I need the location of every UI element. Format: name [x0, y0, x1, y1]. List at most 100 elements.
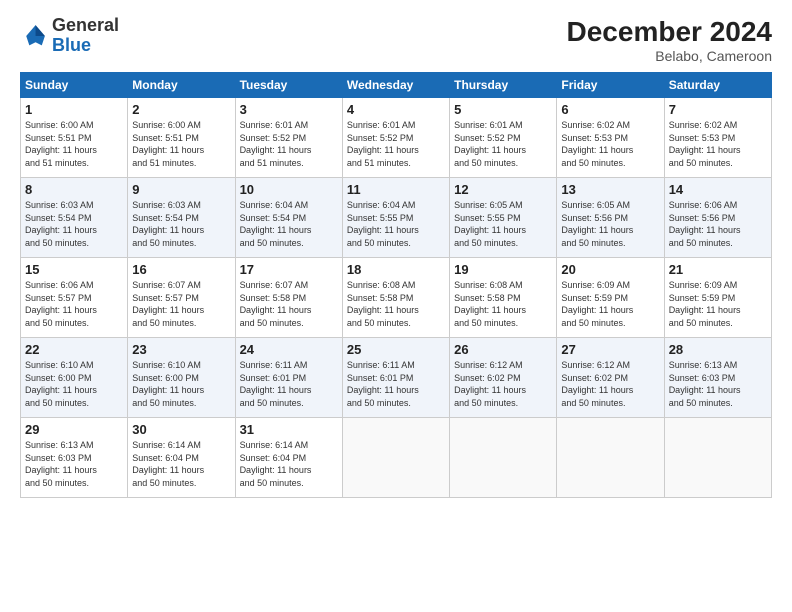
logo-icon — [20, 22, 48, 50]
day-info: Sunrise: 6:12 AMSunset: 6:02 PMDaylight:… — [561, 359, 659, 409]
calendar-cell: 16 Sunrise: 6:07 AMSunset: 5:57 PMDayligh… — [128, 258, 235, 338]
day-info: Sunrise: 6:08 AMSunset: 5:58 PMDaylight:… — [347, 279, 445, 329]
day-info: Sunrise: 6:09 AMSunset: 5:59 PMDaylight:… — [561, 279, 659, 329]
calendar-cell: 22 Sunrise: 6:10 AMSunset: 6:00 PMDayligh… — [21, 338, 128, 418]
day-number: 1 — [25, 102, 123, 117]
day-info: Sunrise: 6:14 AMSunset: 6:04 PMDaylight:… — [132, 439, 230, 489]
calendar-week-row: 8Sunrise: 6:03 AMSunset: 5:54 PMDaylight… — [21, 178, 772, 258]
calendar-cell: 4Sunrise: 6:01 AMSunset: 5:52 PMDaylight… — [342, 98, 449, 178]
day-number: 27 — [561, 342, 659, 357]
day-info: Sunrise: 6:11 AMSunset: 6:01 PMDaylight:… — [347, 359, 445, 409]
logo-blue-text: Blue — [52, 35, 91, 55]
day-info: Sunrise: 6:06 AMSunset: 5:56 PMDaylight:… — [669, 199, 767, 249]
calendar-cell: 20 Sunrise: 6:09 AMSunset: 5:59 PMDayligh… — [557, 258, 664, 338]
day-number: 12 — [454, 182, 552, 197]
calendar-cell: 29Sunrise: 6:13 AMSunset: 6:03 PMDayligh… — [21, 418, 128, 498]
calendar-cell: 18Sunrise: 6:08 AMSunset: 5:58 PMDayligh… — [342, 258, 449, 338]
calendar-cell: 25 Sunrise: 6:11 AMSunset: 6:01 PMDayligh… — [342, 338, 449, 418]
day-info: Sunrise: 6:05 AMSunset: 5:56 PMDaylight:… — [561, 199, 659, 249]
day-info: Sunrise: 6:13 AMSunset: 6:03 PMDaylight:… — [25, 439, 123, 489]
day-number: 25 — [347, 342, 445, 357]
day-number: 30 — [132, 422, 230, 437]
day-number: 31 — [240, 422, 338, 437]
day-number: 20 — [561, 262, 659, 277]
calendar-cell — [450, 418, 557, 498]
day-number: 17 — [240, 262, 338, 277]
day-number: 4 — [347, 102, 445, 117]
header: General Blue December 2024 Belabo, Camer… — [20, 16, 772, 64]
day-number: 14 — [669, 182, 767, 197]
day-info: Sunrise: 6:14 AMSunset: 6:04 PMDaylight:… — [240, 439, 338, 489]
logo: General Blue — [20, 16, 119, 56]
calendar-cell: 1Sunrise: 6:00 AMSunset: 5:51 PMDaylight… — [21, 98, 128, 178]
day-info: Sunrise: 6:01 AMSunset: 5:52 PMDaylight:… — [240, 119, 338, 169]
calendar-cell: 21 Sunrise: 6:09 AMSunset: 5:59 PMDayligh… — [664, 258, 771, 338]
day-number: 2 — [132, 102, 230, 117]
day-number: 9 — [132, 182, 230, 197]
calendar-cell: 3 Sunrise: 6:01 AMSunset: 5:52 PMDaylight… — [235, 98, 342, 178]
calendar-cell: 10 Sunrise: 6:04 AMSunset: 5:54 PMDayligh… — [235, 178, 342, 258]
calendar-cell: 8Sunrise: 6:03 AMSunset: 5:54 PMDaylight… — [21, 178, 128, 258]
day-number: 19 — [454, 262, 552, 277]
day-number: 24 — [240, 342, 338, 357]
day-number: 13 — [561, 182, 659, 197]
calendar-cell: 9Sunrise: 6:03 AMSunset: 5:54 PMDaylight… — [128, 178, 235, 258]
day-info: Sunrise: 6:09 AMSunset: 5:59 PMDaylight:… — [669, 279, 767, 329]
calendar-cell: 17 Sunrise: 6:07 AMSunset: 5:58 PMDayligh… — [235, 258, 342, 338]
day-info: Sunrise: 6:04 AMSunset: 5:55 PMDaylight:… — [347, 199, 445, 249]
calendar-cell: 12 Sunrise: 6:05 AMSunset: 5:55 PMDayligh… — [450, 178, 557, 258]
calendar-week-row: 15Sunrise: 6:06 AMSunset: 5:57 PMDayligh… — [21, 258, 772, 338]
day-info: Sunrise: 6:05 AMSunset: 5:55 PMDaylight:… — [454, 199, 552, 249]
day-number: 22 — [25, 342, 123, 357]
calendar-cell: 23Sunrise: 6:10 AMSunset: 6:00 PMDayligh… — [128, 338, 235, 418]
calendar-header-row: SundayMondayTuesdayWednesdayThursdayFrid… — [21, 73, 772, 98]
calendar-week-row: 22 Sunrise: 6:10 AMSunset: 6:00 PMDayligh… — [21, 338, 772, 418]
title-block: December 2024 Belabo, Cameroon — [567, 16, 772, 64]
calendar-cell: 7 Sunrise: 6:02 AMSunset: 5:53 PMDaylight… — [664, 98, 771, 178]
calendar-cell: 15Sunrise: 6:06 AMSunset: 5:57 PMDayligh… — [21, 258, 128, 338]
day-info: Sunrise: 6:00 AMSunset: 5:51 PMDaylight:… — [132, 119, 230, 169]
day-info: Sunrise: 6:10 AMSunset: 6:00 PMDaylight:… — [25, 359, 123, 409]
month-year-title: December 2024 — [567, 16, 772, 48]
day-info: Sunrise: 6:07 AMSunset: 5:57 PMDaylight:… — [132, 279, 230, 329]
calendar-cell — [664, 418, 771, 498]
calendar-cell: 26 Sunrise: 6:12 AMSunset: 6:02 PMDayligh… — [450, 338, 557, 418]
day-number: 26 — [454, 342, 552, 357]
calendar-cell: 24 Sunrise: 6:11 AMSunset: 6:01 PMDayligh… — [235, 338, 342, 418]
calendar-cell — [557, 418, 664, 498]
day-number: 21 — [669, 262, 767, 277]
day-number: 28 — [669, 342, 767, 357]
day-info: Sunrise: 6:10 AMSunset: 6:00 PMDaylight:… — [132, 359, 230, 409]
calendar-week-row: 29Sunrise: 6:13 AMSunset: 6:03 PMDayligh… — [21, 418, 772, 498]
day-info: Sunrise: 6:12 AMSunset: 6:02 PMDaylight:… — [454, 359, 552, 409]
day-number: 3 — [240, 102, 338, 117]
calendar-cell: 11 Sunrise: 6:04 AMSunset: 5:55 PMDayligh… — [342, 178, 449, 258]
day-info: Sunrise: 6:02 AMSunset: 5:53 PMDaylight:… — [669, 119, 767, 169]
day-info: Sunrise: 6:07 AMSunset: 5:58 PMDaylight:… — [240, 279, 338, 329]
day-info: Sunrise: 6:02 AMSunset: 5:53 PMDaylight:… — [561, 119, 659, 169]
calendar-cell: 30 Sunrise: 6:14 AMSunset: 6:04 PMDayligh… — [128, 418, 235, 498]
day-info: Sunrise: 6:01 AMSunset: 5:52 PMDaylight:… — [454, 119, 552, 169]
header-day-saturday: Saturday — [664, 73, 771, 98]
calendar-cell: 28Sunrise: 6:13 AMSunset: 6:03 PMDayligh… — [664, 338, 771, 418]
day-number: 10 — [240, 182, 338, 197]
header-day-sunday: Sunday — [21, 73, 128, 98]
calendar-cell: 6Sunrise: 6:02 AMSunset: 5:53 PMDaylight… — [557, 98, 664, 178]
calendar-cell: 31 Sunrise: 6:14 AMSunset: 6:04 PMDayligh… — [235, 418, 342, 498]
calendar-cell: 5 Sunrise: 6:01 AMSunset: 5:52 PMDaylight… — [450, 98, 557, 178]
day-number: 5 — [454, 102, 552, 117]
day-info: Sunrise: 6:11 AMSunset: 6:01 PMDaylight:… — [240, 359, 338, 409]
day-number: 16 — [132, 262, 230, 277]
page-container: General Blue December 2024 Belabo, Camer… — [0, 0, 792, 612]
header-day-wednesday: Wednesday — [342, 73, 449, 98]
calendar-week-row: 1 Sunrise: 6:00 AMSunset: 5:51 PMDaylight… — [21, 98, 772, 178]
day-number: 11 — [347, 182, 445, 197]
day-info: Sunrise: 6:04 AMSunset: 5:54 PMDaylight:… — [240, 199, 338, 249]
header-day-monday: Monday — [128, 73, 235, 98]
calendar-cell — [342, 418, 449, 498]
day-number: 7 — [669, 102, 767, 117]
day-info: Sunrise: 6:08 AMSunset: 5:58 PMDaylight:… — [454, 279, 552, 329]
logo-general-text: General — [52, 15, 119, 35]
header-day-thursday: Thursday — [450, 73, 557, 98]
day-info: Sunrise: 6:03 AMSunset: 5:54 PMDaylight:… — [25, 199, 123, 249]
